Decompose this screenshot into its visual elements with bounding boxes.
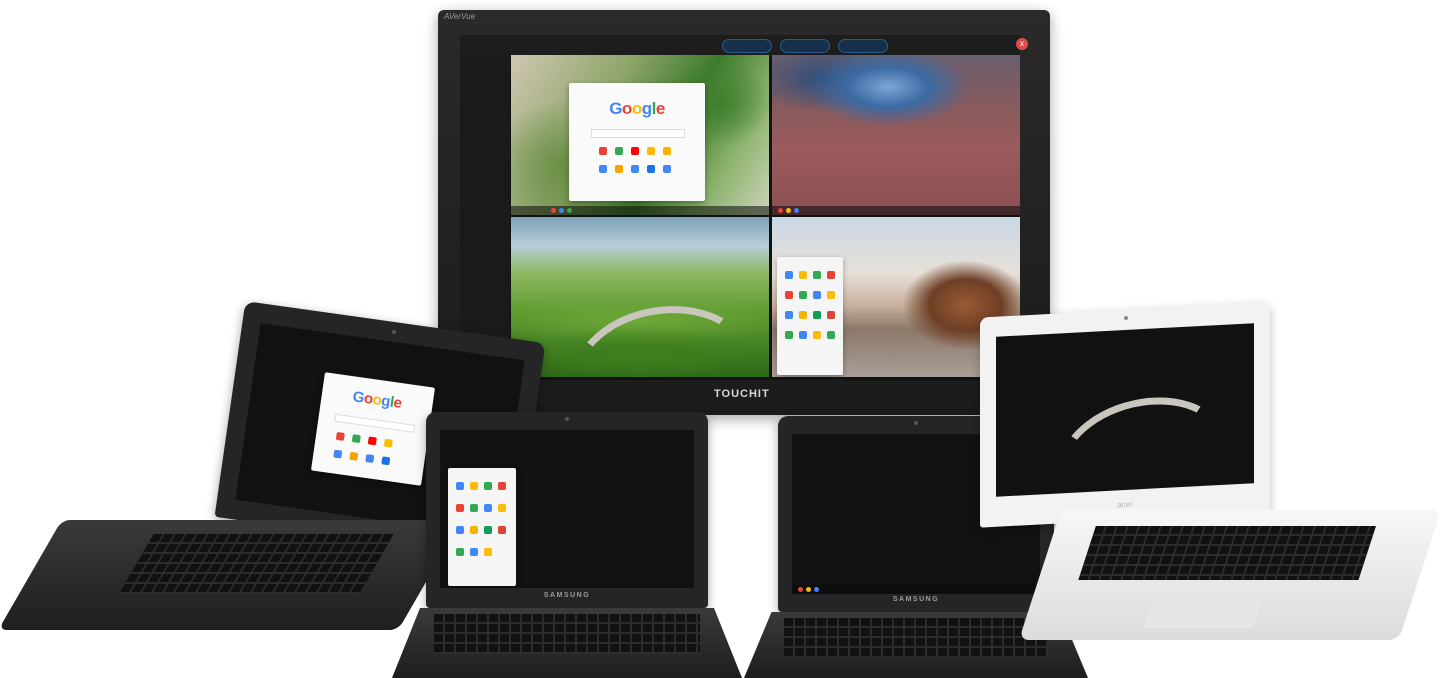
photos-icon[interactable] bbox=[615, 165, 623, 173]
app-launcher bbox=[777, 257, 843, 375]
keyboard bbox=[1078, 526, 1376, 580]
top-bar-pill bbox=[780, 39, 830, 53]
quadrant-google-screen: Google bbox=[511, 55, 769, 215]
drive-icon[interactable] bbox=[631, 165, 639, 173]
top-bar-pill bbox=[838, 39, 888, 53]
taskbar bbox=[511, 206, 769, 215]
keyboard bbox=[119, 534, 394, 594]
quadrant-coast-screen bbox=[772, 55, 1020, 215]
samsung-bezel-logo: SAMSUNG bbox=[543, 592, 591, 599]
gmail-icon[interactable] bbox=[599, 147, 607, 155]
webcam bbox=[391, 329, 397, 335]
taskbar bbox=[772, 206, 1020, 215]
play-icon[interactable] bbox=[599, 165, 607, 173]
acer-lid: acer bbox=[980, 302, 1270, 528]
acer-base bbox=[1018, 510, 1440, 640]
google-card: Google bbox=[569, 83, 705, 201]
app-launcher bbox=[448, 468, 516, 586]
youtube-icon[interactable] bbox=[631, 147, 639, 155]
close-icon[interactable]: x bbox=[1016, 38, 1028, 50]
samsung-chromebook-left: SAMSUNG bbox=[392, 412, 742, 678]
samsung-screen bbox=[440, 430, 694, 588]
docs-icon[interactable] bbox=[663, 147, 671, 155]
winding-road bbox=[1046, 380, 1240, 497]
files-icon[interactable] bbox=[663, 165, 671, 173]
acer-screen bbox=[996, 323, 1254, 497]
acer-chromebook: acer bbox=[980, 302, 1440, 650]
display-brand-top: AVerVue bbox=[444, 12, 476, 21]
google-logo: Google bbox=[609, 99, 665, 118]
top-bar-pill bbox=[722, 39, 772, 53]
quadrant-hills-screen bbox=[511, 217, 769, 377]
samsung-lid: SAMSUNG bbox=[426, 412, 708, 608]
chrome-icon[interactable] bbox=[647, 147, 655, 155]
webcam bbox=[914, 421, 918, 425]
display-brand-bottom: TOUCHIT bbox=[714, 388, 770, 400]
webcam bbox=[565, 417, 569, 421]
winding-road bbox=[560, 292, 766, 377]
maps-icon[interactable] bbox=[615, 147, 623, 155]
display-top-bar bbox=[460, 35, 1020, 57]
webcam bbox=[1124, 315, 1128, 321]
display-screen: Google bbox=[460, 35, 1020, 380]
keyboard bbox=[434, 614, 700, 654]
touchpad bbox=[1142, 592, 1265, 628]
samsung-base bbox=[392, 608, 742, 678]
calendar-icon[interactable] bbox=[647, 165, 655, 173]
google-search-box[interactable] bbox=[591, 129, 685, 138]
